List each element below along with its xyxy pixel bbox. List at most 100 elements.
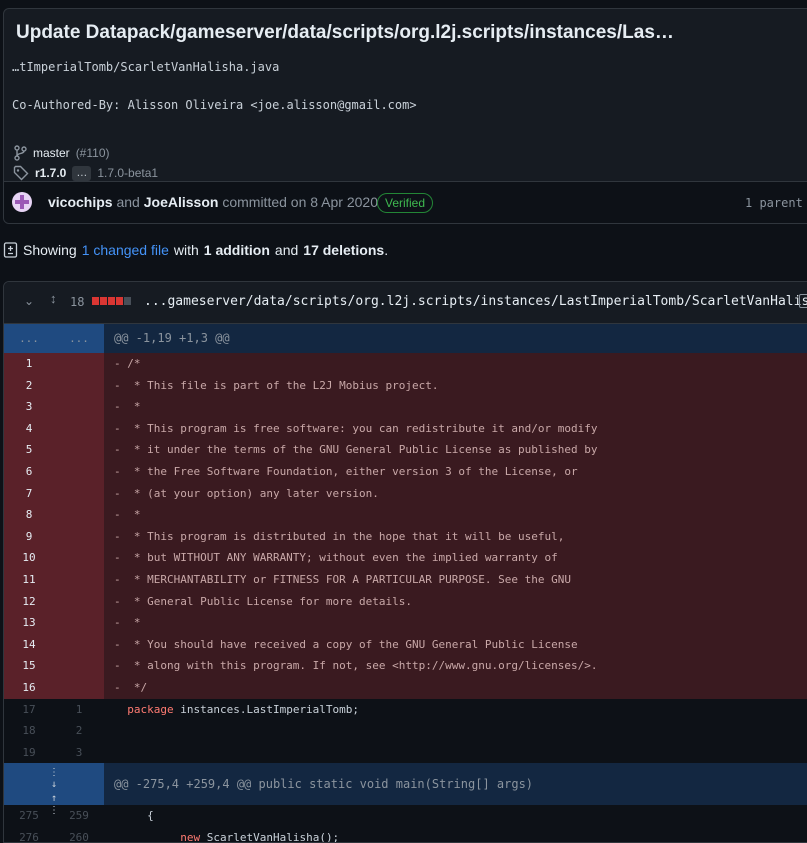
expand-down-icon[interactable]: ⋮ ↓	[4, 767, 104, 791]
old-line-number[interactable]: 16	[4, 676, 54, 699]
tag-icon	[13, 165, 29, 181]
old-line-number[interactable]: 17	[4, 699, 54, 721]
old-line-number[interactable]: 7	[4, 482, 54, 505]
new-line-number[interactable]	[54, 353, 104, 375]
diff-summary: Showing 1 changed file with 1 addition a…	[3, 242, 388, 258]
parent-count: 1 parent	[745, 196, 803, 210]
new-line-number[interactable]	[54, 547, 104, 569]
old-line-number[interactable]: 4	[4, 417, 54, 440]
new-line-number[interactable]	[54, 460, 104, 483]
expand-up-icon[interactable]: ↑ ⋮	[4, 793, 104, 817]
old-line-number[interactable]: 18	[4, 720, 54, 742]
code-line: - * General Public License for more deta…	[104, 590, 807, 613]
code-keyword: new	[180, 830, 201, 843]
expand-buttons[interactable]: ⋮ ↓ ↑ ⋮	[4, 763, 104, 816]
new-line-number[interactable]	[54, 655, 104, 677]
copy-icon[interactable]	[799, 294, 807, 308]
diffstat	[92, 297, 131, 305]
code-line: - * but WITHOUT ANY WARRANTY; without ev…	[104, 547, 807, 569]
summary-and: and	[274, 242, 299, 258]
hunk-header-text: @@ -275,4 +259,4 @@ public static void m…	[104, 763, 807, 806]
old-line-number[interactable]: 14	[4, 633, 54, 656]
old-line-number[interactable]: 6	[4, 460, 54, 483]
old-line-number[interactable]: 5	[4, 439, 54, 461]
old-line-number[interactable]: 1	[4, 353, 54, 375]
code-line: - * This file is part of the L2J Mobius …	[104, 374, 807, 397]
new-line-number[interactable]	[54, 612, 104, 634]
diffstat-block-del	[108, 297, 115, 305]
context-line: 17 1 package instances.LastImperialTomb;	[4, 699, 807, 721]
new-line-number[interactable]	[54, 417, 104, 440]
avatar[interactable]	[12, 192, 32, 212]
deleted-line: 8 - *	[4, 504, 807, 526]
author-avatars[interactable]	[12, 192, 46, 212]
file-diff: ⌄ ↕ 18 ...gameserver/data/scripts/org.l2…	[3, 281, 807, 843]
old-line-number[interactable]: 11	[4, 568, 54, 591]
expand-all-icon[interactable]: ↕	[50, 291, 57, 306]
diff-body: ...... @@ -1,19 +1,3 @@ 1- /* 2- * This fil…	[4, 324, 807, 843]
deleted-line: 12 - * General Public License for more de…	[4, 590, 807, 613]
code-line: - * MERCHANTABILITY or FITNESS FOR A PAR…	[104, 568, 807, 591]
verified-badge[interactable]: Verified	[377, 193, 434, 213]
code-line: - * the Free Software Foundation, either…	[104, 460, 807, 483]
new-line-number[interactable]	[54, 482, 104, 505]
old-line-number[interactable]: 13	[4, 612, 54, 634]
context-line: 19 3	[4, 742, 807, 764]
new-line-number[interactable]	[54, 590, 104, 613]
code-line: - *	[104, 504, 807, 526]
new-line-number[interactable]	[54, 504, 104, 526]
deleted-line: 11 - * MERCHANTABILITY or FITNESS FOR A P…	[4, 568, 807, 591]
diffstat-block-del	[92, 297, 99, 305]
old-line-number[interactable]: 8	[4, 504, 54, 526]
tag-row: r1.7.0 … 1.7.0-beta1	[13, 165, 158, 181]
branch-link[interactable]: master	[33, 146, 70, 160]
code-line: - * it under the terms of the GNU Genera…	[104, 439, 807, 461]
deleted-line: 3 - *	[4, 396, 807, 418]
old-line-number[interactable]: 10	[4, 547, 54, 569]
deleted-line: 13 - *	[4, 612, 807, 634]
code-line: - * (at your option) any later version.	[104, 482, 807, 505]
old-line-number[interactable]: 9	[4, 525, 54, 548]
deleted-line: 7 - * (at your option) any later version.	[4, 482, 807, 505]
chevron-down-icon[interactable]: ⌄	[24, 294, 34, 308]
new-line-number[interactable]	[54, 568, 104, 591]
pr-link[interactable]: (#110)	[76, 146, 110, 160]
new-line-number[interactable]	[54, 676, 104, 699]
new-line-number[interactable]	[54, 439, 104, 461]
new-line-number[interactable]: 2	[54, 720, 104, 742]
commit-description-line: …tImperialTomb/ScarletVanHalisha.java	[12, 60, 280, 74]
old-line-number[interactable]: 15	[4, 655, 54, 677]
summary-suffix: .	[384, 242, 389, 258]
more-tags-button[interactable]: …	[72, 165, 92, 181]
old-line-number[interactable]: 2	[4, 374, 54, 397]
summary-prefix: Showing	[23, 242, 77, 258]
new-line-number[interactable]	[54, 525, 104, 548]
and-text: and	[116, 194, 140, 210]
expand-up-button[interactable]: ...	[4, 324, 54, 353]
new-line-number[interactable]	[54, 396, 104, 418]
author-link[interactable]: JoeAlisson	[144, 194, 219, 210]
commit-coauthor-line: Co-Authored-By: Alisson Oliveira <joe.al…	[12, 98, 417, 112]
new-line-number[interactable]	[54, 633, 104, 656]
deletions-count: 17 deletions	[303, 242, 385, 258]
tag-link[interactable]: r1.7.0	[35, 166, 66, 180]
old-line-number[interactable]: 3	[4, 396, 54, 418]
old-line-number[interactable]: 19	[4, 742, 54, 764]
deleted-line: 1 - /*	[4, 353, 807, 375]
diffstat-block-del	[116, 297, 123, 305]
hunk-header: ⋮ ↓ ↑ ⋮ @@ -275,4 +259,4 @@ public static vo…	[4, 763, 807, 816]
new-line-number[interactable]: 1	[54, 699, 104, 721]
old-line-number[interactable]: 12	[4, 590, 54, 613]
expand-down-button[interactable]: ...	[54, 324, 104, 353]
changed-files-link[interactable]: 1 changed file	[82, 242, 169, 258]
hunk-header: ...... @@ -1,19 +1,3 @@	[4, 324, 807, 353]
diffstat-block-neutral	[124, 297, 131, 305]
author-link[interactable]: vicochips	[48, 194, 113, 210]
file-path[interactable]: ...gameserver/data/scripts/org.l2j.scrip…	[144, 294, 807, 309]
commit-box: Update Datapack/gameserver/data/scripts/…	[3, 8, 807, 224]
deleted-line: 6 - * the Free Software Foundation, eithe…	[4, 460, 807, 483]
tag-link-secondary[interactable]: 1.7.0-beta1	[97, 166, 158, 180]
new-line-number[interactable]	[54, 374, 104, 397]
new-line-number[interactable]: 3	[54, 742, 104, 764]
code-line: - *	[104, 396, 807, 418]
